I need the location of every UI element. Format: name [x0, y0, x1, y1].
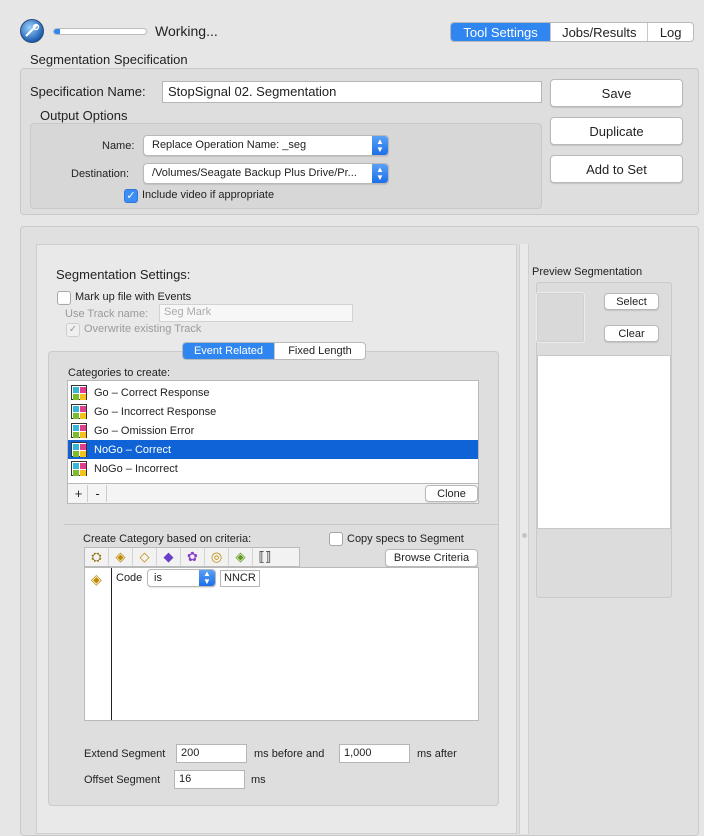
category-label: Go – Correct Response [94, 386, 210, 399]
category-icon [71, 404, 87, 419]
category-row[interactable]: NoGo – Incorrect [68, 459, 478, 478]
criteria-editor[interactable]: ◈ Code is ▲ ▼ NNCR [84, 567, 479, 721]
add-to-set-button[interactable]: Add to Set [550, 155, 683, 183]
extend-after-field[interactable]: 1,000 [339, 744, 410, 763]
output-name-label: Name: [102, 140, 135, 152]
use-track-label: Use Track name: [65, 308, 149, 320]
tab-jobs-results[interactable]: Jobs/Results [551, 23, 649, 41]
range-criterion-icon[interactable]: ◈ [229, 548, 253, 566]
clone-button[interactable]: Clone [425, 485, 478, 502]
category-label: Go – Incorrect Response [94, 405, 217, 418]
preview-area[interactable] [537, 355, 671, 529]
browse-criteria-button[interactable]: Browse Criteria [385, 549, 478, 567]
use-track-field[interactable]: Seg Mark [159, 304, 353, 322]
criterion-code-icon: ◈ [91, 571, 102, 587]
offset-segment-label: Offset Segment [84, 774, 161, 786]
bracket-icon[interactable]: ⟦⟧ [253, 548, 277, 566]
mark-up-checkbox[interactable] [57, 291, 71, 305]
offset-unit-label: ms [251, 774, 266, 786]
criteria-divider [64, 524, 498, 525]
before-label: ms before and [254, 748, 325, 760]
preview-select-button[interactable]: Select [604, 293, 659, 310]
color-criterion-icon[interactable]: ✿ [181, 548, 205, 566]
add-category-button[interactable]: + [70, 485, 88, 502]
popup-arrows-icon: ▲ ▼ [372, 136, 388, 155]
destination-value: /Volumes/Seagate Backup Plus Drive/Pr... [152, 167, 357, 179]
category-icon [71, 442, 87, 457]
category-row[interactable]: NoGo – Correct [68, 440, 478, 459]
after-label: ms after [417, 748, 457, 760]
preview-clear-button[interactable]: Clear [604, 325, 659, 342]
category-label: NoGo – Incorrect [94, 462, 178, 475]
preview-thumbnail [536, 292, 585, 343]
overwrite-label: Overwrite existing Track [84, 323, 202, 335]
progress-bar [53, 28, 147, 35]
save-button[interactable]: Save [550, 79, 683, 107]
criteria-label: Create Category based on criteria: [83, 533, 252, 545]
main-tabs: Tool Settings Jobs/Results Log [450, 22, 694, 42]
category-label: Go – Omission Error [94, 424, 195, 437]
settings-title: Segmentation Settings: [56, 267, 191, 282]
popup-arrows-icon: ▲ ▼ [372, 164, 388, 183]
category-row[interactable]: Go – Correct Response [68, 383, 478, 402]
progress-fill [54, 29, 60, 34]
category-icon [71, 423, 87, 438]
duplicate-button[interactable]: Duplicate [550, 117, 683, 145]
include-video-checkbox[interactable]: ✓ [124, 189, 138, 203]
spec-section-title: Segmentation Specification [30, 52, 188, 67]
output-options-title: Output Options [40, 108, 128, 123]
status-text: Working... [155, 23, 218, 39]
criterion-field-label: Code [116, 572, 143, 584]
copy-specs-checkbox[interactable] [329, 532, 343, 546]
output-name-popup[interactable]: Replace Operation Name: _seg ▲ ▼ [143, 135, 389, 156]
criterion-operator-value: is [154, 572, 162, 584]
categories-label: Categories to create: [68, 367, 171, 379]
tab-fixed-length[interactable]: Fixed Length [275, 343, 365, 359]
criterion-value-field[interactable]: NNCR [220, 570, 260, 587]
group-criterion-icon[interactable]: ◆ [157, 548, 181, 566]
extend-segment-label: Extend Segment [84, 748, 166, 760]
destination-label: Destination: [71, 168, 130, 180]
code-criterion-icon[interactable]: ◈ [109, 548, 133, 566]
tab-event-related[interactable]: Event Related [183, 343, 275, 359]
spec-name-field[interactable]: StopSignal 02. Segmentation [162, 81, 542, 103]
criterion-operator-popup[interactable]: is ▲ ▼ [147, 569, 216, 587]
mode-tabs: Event Related Fixed Length [182, 342, 366, 360]
category-icon [71, 385, 87, 400]
criteria-gutter-line [111, 568, 112, 720]
tab-tool-settings[interactable]: Tool Settings [451, 23, 552, 41]
copy-specs-label: Copy specs to Segment [347, 533, 464, 545]
extend-before-field[interactable]: 200 [176, 744, 247, 763]
filter-icon[interactable]: ⛭ [85, 548, 109, 566]
preview-title: Preview Segmentation [532, 266, 643, 278]
time-criterion-icon[interactable]: ◎ [205, 548, 229, 566]
spec-name-label: Specification Name: [30, 84, 146, 99]
category-label: NoGo – Correct [94, 443, 172, 456]
categories-rows: Go – Correct Response Go – Incorrect Resp… [68, 381, 478, 478]
destination-popup[interactable]: /Volumes/Seagate Backup Plus Drive/Pr...… [143, 163, 389, 184]
app-logo-icon [20, 19, 44, 43]
criteria-toolbar: ⛭ ◈ ◇ ◆ ✿ ◎ ◈ ⟦⟧ [84, 547, 300, 567]
output-name-value: Replace Operation Name: _seg [152, 139, 307, 151]
categories-list[interactable]: Go – Correct Response Go – Incorrect Resp… [67, 380, 479, 484]
remove-category-button[interactable]: - [89, 485, 107, 502]
split-divider[interactable] [519, 244, 529, 834]
category-row[interactable]: Go – Incorrect Response [68, 402, 478, 421]
popup-arrows-icon: ▲ ▼ [199, 570, 215, 586]
overwrite-checkbox[interactable]: ✓ [66, 323, 80, 337]
divider-handle-icon [522, 533, 527, 538]
tab-log[interactable]: Log [648, 23, 693, 41]
categories-list-footer: + - Clone [67, 484, 479, 504]
mark-up-label: Mark up file with Events [75, 291, 192, 303]
include-video-label: Include video if appropriate [142, 189, 275, 201]
field-criterion-icon[interactable]: ◇ [133, 548, 157, 566]
offset-field[interactable]: 16 [174, 770, 245, 789]
category-icon [71, 461, 87, 476]
category-row[interactable]: Go – Omission Error [68, 421, 478, 440]
